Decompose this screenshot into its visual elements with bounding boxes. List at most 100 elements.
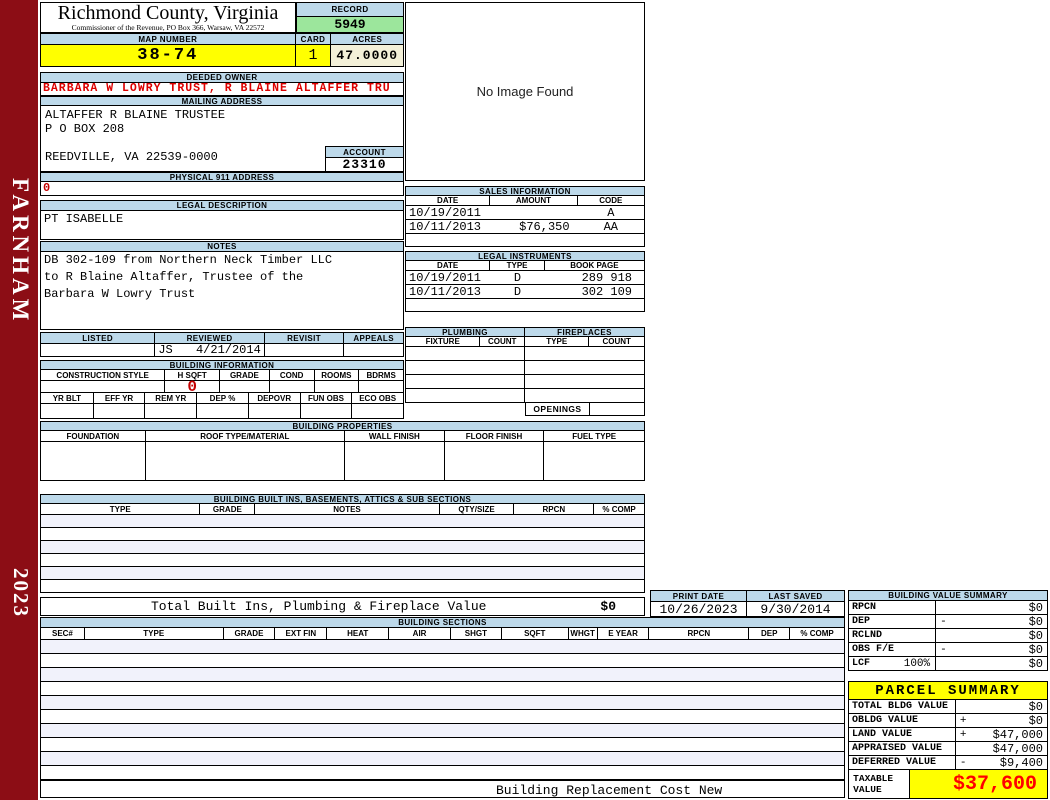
- sales-code: A: [607, 206, 615, 220]
- ps-value: $0: [1028, 699, 1043, 714]
- revisit-value: [265, 344, 345, 356]
- ps-label-cell: DEFERRED VALUE: [849, 756, 956, 769]
- last-saved-label: LAST SAVED: [768, 591, 823, 601]
- built-ins-title: BUILDING BUILT INS, BASEMENTS, ATTICS & …: [40, 494, 645, 504]
- mailing-line-1: ALTAFFER R BLAINE TRUSTEE: [45, 108, 226, 122]
- taxable-label-cell: TAXABLE VALUE: [849, 770, 911, 798]
- rooms-value: [315, 381, 360, 392]
- ps-label: LAND VALUE: [852, 729, 913, 740]
- account-number: 23310: [325, 157, 404, 172]
- mailing-line-2: P O BOX 208: [45, 122, 125, 136]
- ps-value-cell: $47,000: [956, 741, 1047, 756]
- built-ins-row: [40, 567, 645, 580]
- col-fixture-count: COUNT: [480, 337, 525, 346]
- physical-911-value: 0: [40, 182, 404, 196]
- appeals-label: APPEALS: [353, 333, 394, 343]
- sidebar-year-label: 2023: [9, 568, 33, 618]
- reviewed-label: REVIEWED: [155, 333, 265, 343]
- commissioner-line: Commissioner of the Revenue, PO Box 366,…: [71, 23, 265, 32]
- openings-row: OPENINGS: [525, 403, 645, 416]
- dep-pct-value: [197, 404, 249, 418]
- plumbing-fireplaces-row: [405, 375, 645, 389]
- fun-obs-value: [301, 404, 353, 418]
- notes-line-3: Barbara W Lowry Trust: [44, 287, 196, 301]
- appeals-value: [344, 344, 403, 356]
- cond-value: [270, 381, 315, 392]
- bvs-value: $0: [1028, 656, 1043, 671]
- col-dep-pct: DEP %: [197, 393, 249, 403]
- bvs-value-cell: - $0: [936, 643, 1047, 657]
- construction-style-value: [41, 381, 166, 392]
- deeded-owner-value: BARBARA W LOWRY TRUST, R BLAINE ALTAFFER…: [40, 83, 404, 96]
- sales-amount: $76,350: [519, 220, 570, 234]
- building-properties-body: [40, 442, 645, 481]
- county-header-box: Richmond County, Virginia Commissioner o…: [40, 2, 296, 33]
- building-sections-row: [40, 682, 845, 696]
- sales-columns-header: DATE AMOUNT CODE: [405, 196, 645, 206]
- col-eco-obs: ECO OBS: [359, 393, 397, 403]
- col-yr-blt: YR BLT: [41, 393, 94, 403]
- ps-value-cell: - $9,400: [956, 756, 1047, 770]
- bvs-value: $0: [1028, 600, 1043, 615]
- wall-finish-value: [345, 442, 445, 480]
- no-image-text: No Image Found: [476, 84, 574, 99]
- building-info-row2-header: YR BLT EFF YR REM YR DEP % DEPOVR FUN OB…: [40, 393, 404, 404]
- last-saved-value: 9/30/2014: [760, 601, 831, 617]
- parcel-summary-row: DEFERRED VALUE - $9,400: [848, 756, 1048, 770]
- openings-label: OPENINGS: [526, 403, 590, 415]
- plumbing-cell: [406, 347, 525, 360]
- building-sections-row: [40, 724, 845, 738]
- building-sections-title: BUILDING SECTIONS: [40, 617, 845, 628]
- bs-col-type: TYPE: [85, 628, 224, 639]
- built-ins-columns: TYPE GRADE NOTES QTY/SIZE RPCN % COMP: [40, 504, 645, 515]
- sales-row: 10/11/2013 $76,350 AA: [405, 220, 645, 234]
- print-date-label: PRINT DATE: [651, 591, 748, 601]
- ps-value: $0: [1028, 713, 1043, 728]
- col-roof-type: ROOF TYPE/MATERIAL: [146, 431, 345, 441]
- building-properties-title: BUILDING PROPERTIES: [40, 421, 645, 431]
- bvs-pct: 100%: [903, 657, 931, 670]
- sales-col-date: DATE: [406, 196, 491, 205]
- ps-value-cell: $0: [956, 699, 1047, 714]
- fireplaces-title: FIREPLACES: [557, 327, 612, 337]
- building-sections-row: [40, 766, 845, 780]
- map-number-label: MAP NUMBER: [41, 34, 296, 44]
- building-sections-row: [40, 654, 845, 668]
- bi-col-notes: NOTES: [255, 504, 440, 514]
- eff-yr-value: [94, 404, 146, 418]
- sales-row: 10/19/2011 A: [405, 206, 645, 220]
- bvs-label: RPCN: [852, 602, 877, 613]
- bvs-op: -: [940, 615, 947, 628]
- building-sections-row: [40, 738, 845, 752]
- bvs-label-cell: RPCN: [849, 601, 937, 614]
- ps-value: $47,000: [992, 741, 1043, 756]
- bvs-value: $0: [1028, 628, 1043, 643]
- bs-col-air: AIR: [389, 628, 451, 639]
- plumbing-fireplaces-columns: FIXTURE COUNT TYPE COUNT: [405, 337, 645, 347]
- fireplace-cell: [525, 347, 644, 360]
- map-card-acres-values: 38-74 1 47.0000: [40, 45, 404, 67]
- ps-op: +: [959, 714, 967, 727]
- record-label: RECORD: [296, 2, 404, 17]
- built-ins-row: [40, 541, 645, 554]
- building-sections-footer-row: Building Replacement Cost New: [40, 780, 845, 798]
- bvs-row: LCF 100% $0: [848, 657, 1048, 671]
- building-info-row1-values: 0: [40, 378, 404, 396]
- mailing-line-3: REEDVILLE, VA 22539-0000: [45, 150, 218, 164]
- legal-instrument-row: 10/11/2013 D 302 109: [405, 285, 645, 299]
- built-ins-total-label: Total Built Ins, Plumbing & Fireplace Va…: [151, 599, 487, 614]
- fireplace-cell: [525, 389, 644, 402]
- ps-label: OBLDG VALUE: [852, 715, 919, 726]
- reviewed-by: JS: [158, 343, 173, 357]
- legal-description-value: PT ISABELLE: [40, 211, 404, 240]
- taxable-value: $37,600: [952, 772, 1037, 796]
- col-cond: COND: [270, 370, 315, 380]
- property-image-panel: No Image Found: [405, 2, 645, 181]
- legal-instrument-row: 10/19/2011 D 289 918: [405, 271, 645, 285]
- rem-yr-value: [145, 404, 198, 418]
- bvs-row: RCLND $0: [848, 629, 1048, 643]
- ps-value-cell: + $47,000: [956, 728, 1047, 742]
- roof-type-value: [146, 442, 345, 480]
- bvs-value-cell: $0: [936, 628, 1047, 643]
- taxable-value-row: TAXABLE VALUE $37,600: [848, 770, 1048, 799]
